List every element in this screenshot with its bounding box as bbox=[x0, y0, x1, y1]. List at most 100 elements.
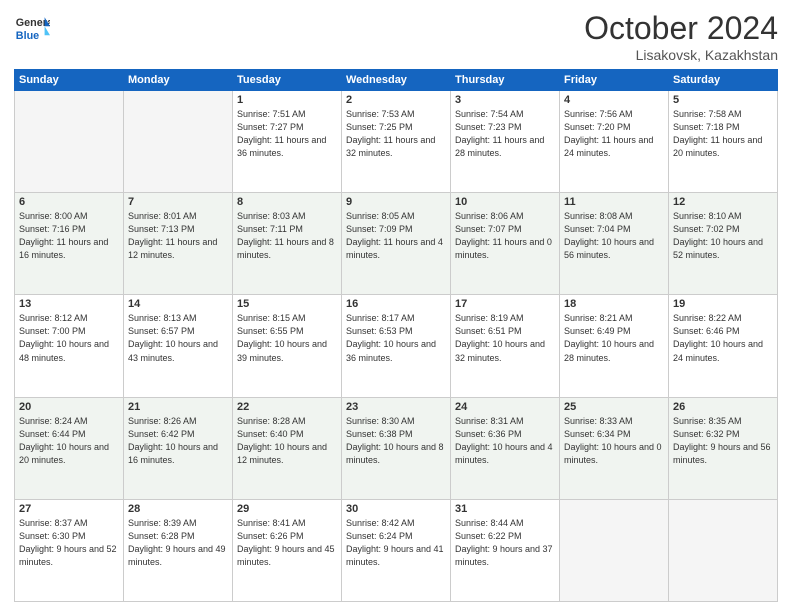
day-number: 4 bbox=[564, 94, 664, 106]
day-number: 15 bbox=[237, 298, 337, 310]
calendar-cell: 20 Sunrise: 8:24 AM Sunset: 6:44 PM Dayli… bbox=[15, 397, 124, 499]
calendar-table: SundayMondayTuesdayWednesdayThursdayFrid… bbox=[14, 69, 778, 602]
day-detail: Sunrise: 8:28 AM Sunset: 6:40 PM Dayligh… bbox=[237, 415, 337, 467]
weekday-tuesday: Tuesday bbox=[233, 70, 342, 91]
calendar-cell: 10 Sunrise: 8:06 AM Sunset: 7:07 PM Dayli… bbox=[451, 193, 560, 295]
day-detail: Sunrise: 8:33 AM Sunset: 6:34 PM Dayligh… bbox=[564, 415, 664, 467]
calendar-cell: 18Sunrise: 8:21 AM Sunset: 6:49 PM Dayli… bbox=[560, 295, 669, 397]
calendar-cell bbox=[124, 91, 233, 193]
calendar-cell: 21Sunrise: 8:26 AM Sunset: 6:42 PM Dayli… bbox=[124, 397, 233, 499]
day-number: 3 bbox=[455, 94, 555, 106]
day-number: 17 bbox=[455, 298, 555, 310]
day-detail: Sunrise: 8:08 AM Sunset: 7:04 PM Dayligh… bbox=[564, 210, 664, 262]
weekday-saturday: Saturday bbox=[669, 70, 778, 91]
day-detail: Sunrise: 8:10 AM Sunset: 7:02 PM Dayligh… bbox=[673, 210, 773, 262]
day-number: 16 bbox=[346, 298, 446, 310]
calendar-cell: 8 Sunrise: 8:03 AM Sunset: 7:11 PM Daylig… bbox=[233, 193, 342, 295]
calendar-cell: 25 Sunrise: 8:33 AM Sunset: 6:34 PM Dayli… bbox=[560, 397, 669, 499]
day-detail: Sunrise: 7:51 AM Sunset: 7:27 PM Dayligh… bbox=[237, 108, 337, 160]
title-block: October 2024 Lisakovsk, Kazakhstan bbox=[584, 10, 778, 63]
calendar-cell: 3Sunrise: 7:54 AM Sunset: 7:23 PM Daylig… bbox=[451, 91, 560, 193]
calendar-cell: 14Sunrise: 8:13 AM Sunset: 6:57 PM Dayli… bbox=[124, 295, 233, 397]
day-number: 9 bbox=[346, 196, 446, 208]
day-detail: Sunrise: 7:56 AM Sunset: 7:20 PM Dayligh… bbox=[564, 108, 664, 160]
day-detail: Sunrise: 8:41 AM Sunset: 6:26 PM Dayligh… bbox=[237, 517, 337, 569]
calendar-cell: 2 Sunrise: 7:53 AM Sunset: 7:25 PM Daylig… bbox=[342, 91, 451, 193]
day-number: 19 bbox=[673, 298, 773, 310]
day-detail: Sunrise: 8:24 AM Sunset: 6:44 PM Dayligh… bbox=[19, 415, 119, 467]
day-detail: Sunrise: 8:31 AM Sunset: 6:36 PM Dayligh… bbox=[455, 415, 555, 467]
day-number: 5 bbox=[673, 94, 773, 106]
calendar-cell: 31Sunrise: 8:44 AM Sunset: 6:22 PM Dayli… bbox=[451, 499, 560, 601]
month-title: October 2024 bbox=[584, 10, 778, 47]
svg-text:Blue: Blue bbox=[16, 30, 39, 42]
day-detail: Sunrise: 8:05 AM Sunset: 7:09 PM Dayligh… bbox=[346, 210, 446, 262]
day-number: 22 bbox=[237, 401, 337, 413]
calendar-cell: 7 Sunrise: 8:01 AM Sunset: 7:13 PM Daylig… bbox=[124, 193, 233, 295]
calendar-cell: 24 Sunrise: 8:31 AM Sunset: 6:36 PM Dayli… bbox=[451, 397, 560, 499]
day-detail: Sunrise: 8:00 AM Sunset: 7:16 PM Dayligh… bbox=[19, 210, 119, 262]
calendar-cell: 15 Sunrise: 8:15 AM Sunset: 6:55 PM Dayli… bbox=[233, 295, 342, 397]
day-detail: Sunrise: 8:03 AM Sunset: 7:11 PM Dayligh… bbox=[237, 210, 337, 262]
day-number: 8 bbox=[237, 196, 337, 208]
day-detail: Sunrise: 8:39 AM Sunset: 6:28 PM Dayligh… bbox=[128, 517, 228, 569]
day-detail: Sunrise: 8:35 AM Sunset: 6:32 PM Dayligh… bbox=[673, 415, 773, 467]
calendar-cell: 4 Sunrise: 7:56 AM Sunset: 7:20 PM Daylig… bbox=[560, 91, 669, 193]
day-number: 18 bbox=[564, 298, 664, 310]
logo-icon: General Blue bbox=[14, 10, 50, 46]
day-detail: Sunrise: 8:06 AM Sunset: 7:07 PM Dayligh… bbox=[455, 210, 555, 262]
calendar-cell: 16 Sunrise: 8:17 AM Sunset: 6:53 PM Dayli… bbox=[342, 295, 451, 397]
weekday-friday: Friday bbox=[560, 70, 669, 91]
day-detail: Sunrise: 8:19 AM Sunset: 6:51 PM Dayligh… bbox=[455, 312, 555, 364]
calendar-cell: 5 Sunrise: 7:58 AM Sunset: 7:18 PM Daylig… bbox=[669, 91, 778, 193]
day-number: 23 bbox=[346, 401, 446, 413]
day-number: 10 bbox=[455, 196, 555, 208]
location: Lisakovsk, Kazakhstan bbox=[584, 47, 778, 63]
week-row-3: 20 Sunrise: 8:24 AM Sunset: 6:44 PM Dayli… bbox=[15, 397, 778, 499]
day-number: 2 bbox=[346, 94, 446, 106]
day-detail: Sunrise: 8:17 AM Sunset: 6:53 PM Dayligh… bbox=[346, 312, 446, 364]
day-detail: Sunrise: 8:30 AM Sunset: 6:38 PM Dayligh… bbox=[346, 415, 446, 467]
week-row-0: 1Sunrise: 7:51 AM Sunset: 7:27 PM Daylig… bbox=[15, 91, 778, 193]
calendar-cell: 1Sunrise: 7:51 AM Sunset: 7:27 PM Daylig… bbox=[233, 91, 342, 193]
day-number: 25 bbox=[564, 401, 664, 413]
day-number: 7 bbox=[128, 196, 228, 208]
header: General Blue October 2024 Lisakovsk, Kaz… bbox=[14, 10, 778, 63]
week-row-1: 6 Sunrise: 8:00 AM Sunset: 7:16 PM Daylig… bbox=[15, 193, 778, 295]
day-number: 21 bbox=[128, 401, 228, 413]
day-number: 28 bbox=[128, 503, 228, 515]
calendar-cell: 22 Sunrise: 8:28 AM Sunset: 6:40 PM Dayli… bbox=[233, 397, 342, 499]
day-number: 12 bbox=[673, 196, 773, 208]
calendar-cell: 30Sunrise: 8:42 AM Sunset: 6:24 PM Dayli… bbox=[342, 499, 451, 601]
calendar-cell: 9 Sunrise: 8:05 AM Sunset: 7:09 PM Daylig… bbox=[342, 193, 451, 295]
day-detail: Sunrise: 8:15 AM Sunset: 6:55 PM Dayligh… bbox=[237, 312, 337, 364]
day-detail: Sunrise: 7:58 AM Sunset: 7:18 PM Dayligh… bbox=[673, 108, 773, 160]
calendar-cell: 17 Sunrise: 8:19 AM Sunset: 6:51 PM Dayli… bbox=[451, 295, 560, 397]
calendar-cell: 26 Sunrise: 8:35 AM Sunset: 6:32 PM Dayli… bbox=[669, 397, 778, 499]
weekday-monday: Monday bbox=[124, 70, 233, 91]
weekday-thursday: Thursday bbox=[451, 70, 560, 91]
calendar-cell: 6 Sunrise: 8:00 AM Sunset: 7:16 PM Daylig… bbox=[15, 193, 124, 295]
week-row-2: 13Sunrise: 8:12 AM Sunset: 7:00 PM Dayli… bbox=[15, 295, 778, 397]
day-number: 26 bbox=[673, 401, 773, 413]
day-number: 6 bbox=[19, 196, 119, 208]
day-detail: Sunrise: 7:53 AM Sunset: 7:25 PM Dayligh… bbox=[346, 108, 446, 160]
weekday-wednesday: Wednesday bbox=[342, 70, 451, 91]
day-detail: Sunrise: 8:37 AM Sunset: 6:30 PM Dayligh… bbox=[19, 517, 119, 569]
day-detail: Sunrise: 8:12 AM Sunset: 7:00 PM Dayligh… bbox=[19, 312, 119, 364]
calendar-cell bbox=[560, 499, 669, 601]
day-number: 24 bbox=[455, 401, 555, 413]
day-detail: Sunrise: 8:22 AM Sunset: 6:46 PM Dayligh… bbox=[673, 312, 773, 364]
calendar-cell bbox=[15, 91, 124, 193]
calendar-cell: 23 Sunrise: 8:30 AM Sunset: 6:38 PM Dayli… bbox=[342, 397, 451, 499]
day-detail: Sunrise: 8:44 AM Sunset: 6:22 PM Dayligh… bbox=[455, 517, 555, 569]
day-number: 30 bbox=[346, 503, 446, 515]
calendar-cell bbox=[669, 499, 778, 601]
day-number: 20 bbox=[19, 401, 119, 413]
day-detail: Sunrise: 8:13 AM Sunset: 6:57 PM Dayligh… bbox=[128, 312, 228, 364]
weekday-header-row: SundayMondayTuesdayWednesdayThursdayFrid… bbox=[15, 70, 778, 91]
calendar-cell: 29Sunrise: 8:41 AM Sunset: 6:26 PM Dayli… bbox=[233, 499, 342, 601]
calendar-cell: 27Sunrise: 8:37 AM Sunset: 6:30 PM Dayli… bbox=[15, 499, 124, 601]
day-number: 11 bbox=[564, 196, 664, 208]
day-detail: Sunrise: 8:01 AM Sunset: 7:13 PM Dayligh… bbox=[128, 210, 228, 262]
